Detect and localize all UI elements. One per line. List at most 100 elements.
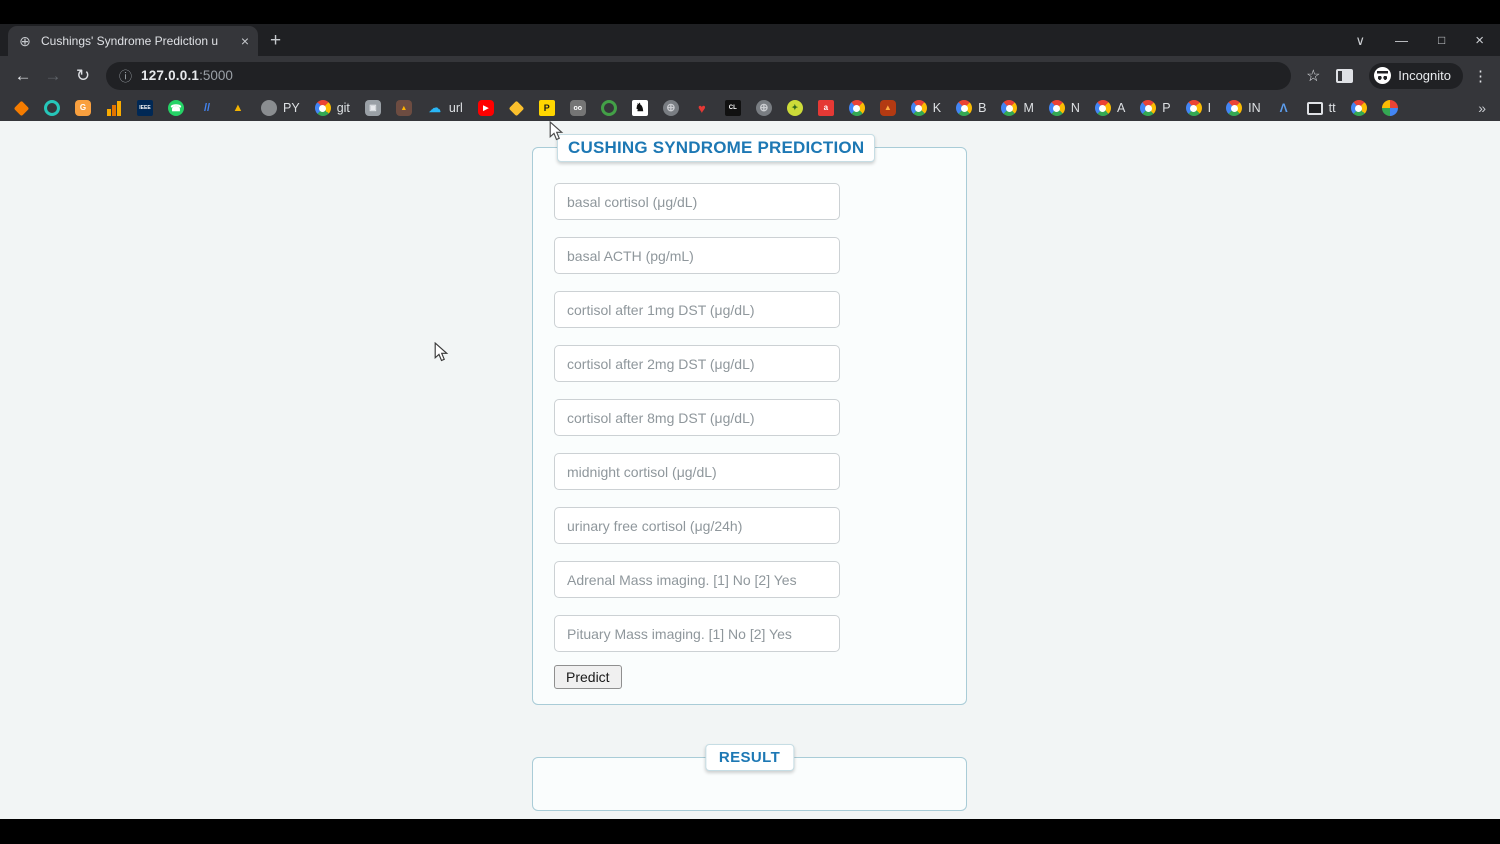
bookmark-item[interactable]: IN	[1226, 100, 1261, 116]
bookmark-item[interactable]	[848, 100, 865, 116]
browser-tab[interactable]: ⊕ Cushings' Syndrome Prediction u ×	[8, 26, 258, 56]
bookmark-item[interactable]: PY	[261, 100, 300, 116]
bookmark-item[interactable]: P	[538, 100, 555, 116]
bookmark-item[interactable]	[600, 100, 617, 116]
predict-button[interactable]: Predict	[554, 665, 622, 689]
bookmark-item[interactable]	[44, 100, 60, 116]
tab-close-icon[interactable]: ×	[241, 33, 249, 49]
tab-strip: ⊕ Cushings' Syndrome Prediction u × + ∨ …	[0, 24, 1500, 56]
bookmark-label: git	[336, 101, 350, 115]
bookmark-item[interactable]: M	[1001, 100, 1034, 116]
bookmark-item[interactable]: P	[1140, 100, 1171, 116]
bookmark-item[interactable]: ☎	[168, 100, 184, 116]
swirl-icon	[44, 100, 60, 116]
new-tab-button[interactable]: +	[270, 31, 281, 50]
orange-app-icon: G	[75, 100, 91, 116]
bookmark-item[interactable]: I	[1185, 100, 1212, 116]
text-input[interactable]	[554, 615, 840, 652]
globe-site-icon: ⊕	[755, 100, 772, 116]
bookmark-label: B	[978, 101, 987, 115]
text-input[interactable]	[554, 183, 840, 220]
spark-icon	[14, 100, 30, 116]
bookmark-item[interactable]	[508, 100, 525, 116]
bookmark-item[interactable]: N	[1048, 100, 1080, 116]
bookmark-item[interactable]: ♥	[694, 100, 710, 116]
bookmark-item[interactable]: ▶	[477, 100, 494, 116]
google-ads-icon: //	[203, 101, 211, 114]
incognito-label: Incognito	[1398, 68, 1451, 83]
bookmark-item[interactable]: G	[75, 100, 91, 116]
camera-icon: ▣	[364, 100, 381, 116]
bookmarks-overflow-icon[interactable]: »	[1478, 100, 1486, 116]
bookmark-item[interactable]: B	[956, 100, 986, 116]
bookmark-item[interactable]: ▲	[879, 100, 896, 116]
bookmark-item[interactable]: ☁ url	[427, 100, 463, 116]
minimize-button[interactable]: —	[1395, 34, 1408, 47]
globe-favicon-icon: ⊕	[19, 32, 31, 49]
text-input[interactable]	[554, 291, 840, 328]
google-icon	[1001, 100, 1018, 116]
page-content: CUSHING SYNDROME PREDICTION Predict RESU…	[0, 121, 1500, 819]
bookmark-item[interactable]: a	[817, 100, 834, 116]
text-input[interactable]	[554, 237, 840, 274]
bookmark-item[interactable]: git	[314, 100, 350, 116]
bookmark-item[interactable]: ⊕	[662, 100, 679, 116]
url-text: 127.0.0.1:5000	[141, 67, 233, 85]
bookmark-item[interactable]	[1350, 100, 1367, 116]
result-panel: RESULT	[532, 744, 967, 811]
google-icon	[1350, 100, 1367, 116]
bookmark-item[interactable]	[1381, 100, 1398, 116]
bookmark-label: I	[1207, 101, 1212, 115]
tab-search-chevron-icon[interactable]: ∨	[1355, 34, 1365, 47]
reload-button[interactable]: ↻	[68, 66, 98, 86]
bookmarks-bar: G IEEE ☎ // ▲ PY git ▣ ▲ ☁ url ▶ Poo ♞ ⊕ ♥ CL ⊕ ✦ a ▲ K B M N A P I…	[0, 95, 1500, 121]
restore-button[interactable]: □	[1438, 34, 1445, 46]
bookmark-item[interactable]: //	[199, 100, 215, 116]
bookmark-item[interactable]: CL	[724, 100, 741, 116]
bookmark-item[interactable]	[14, 100, 30, 116]
triangle-logo-icon: ▲	[232, 101, 244, 114]
bookmark-item[interactable]: ✦	[786, 100, 803, 116]
bookmark-item[interactable]: Λ	[1276, 100, 1292, 116]
bookmark-item[interactable]	[106, 100, 122, 116]
bookmark-item[interactable]: IEEE	[137, 100, 153, 116]
close-window-button[interactable]: ×	[1475, 33, 1484, 48]
text-input[interactable]	[554, 561, 840, 598]
site-info-icon[interactable]: ⓘ	[119, 66, 132, 85]
bookmark-item[interactable]: oo	[569, 100, 586, 116]
monitor-icon	[1306, 101, 1323, 115]
bookmark-item[interactable]: ♞	[631, 100, 648, 116]
form-title: CUSHING SYNDROME PREDICTION	[557, 134, 876, 162]
bookmark-item[interactable]: ▣	[364, 100, 381, 116]
bookmark-label: N	[1070, 101, 1080, 115]
bookmark-item[interactable]: A	[1094, 100, 1126, 116]
text-input[interactable]	[554, 345, 840, 382]
bookmark-item[interactable]: ▲	[230, 100, 246, 116]
text-input[interactable]	[554, 453, 840, 490]
url-bar[interactable]: ⓘ 127.0.0.1:5000	[106, 61, 1292, 90]
tab-title: Cushings' Syndrome Prediction u	[41, 34, 219, 48]
back-button[interactable]: ←	[8, 66, 38, 86]
text-input[interactable]	[554, 507, 840, 544]
incognito-icon	[1374, 67, 1392, 84]
result-title: RESULT	[704, 744, 795, 771]
google-icon	[1185, 100, 1202, 116]
browser-menu-icon[interactable]: ⋮	[1470, 67, 1492, 85]
mouse-cursor	[434, 342, 449, 362]
bookmark-label: url	[448, 101, 463, 115]
ieee-icon: IEEE	[137, 100, 153, 116]
bookmark-item[interactable]: ▲	[395, 100, 412, 116]
forward-button[interactable]: →	[38, 66, 68, 86]
globe-site-icon: ⊕	[662, 100, 679, 116]
bookmark-item[interactable]: ⊕	[755, 100, 772, 116]
youtube-icon: ▶	[477, 100, 494, 116]
url-host: 127.0.0.1	[141, 67, 200, 83]
side-panel-icon[interactable]	[1336, 68, 1354, 83]
bookmark-label: A	[1116, 101, 1126, 115]
google-icon	[956, 100, 973, 116]
google-icon	[1094, 100, 1111, 116]
text-input[interactable]	[554, 399, 840, 436]
bookmark-star-icon[interactable]: ☆	[1299, 66, 1327, 86]
bookmark-item[interactable]: K	[910, 100, 941, 116]
bookmark-item[interactable]: tt	[1306, 101, 1336, 115]
